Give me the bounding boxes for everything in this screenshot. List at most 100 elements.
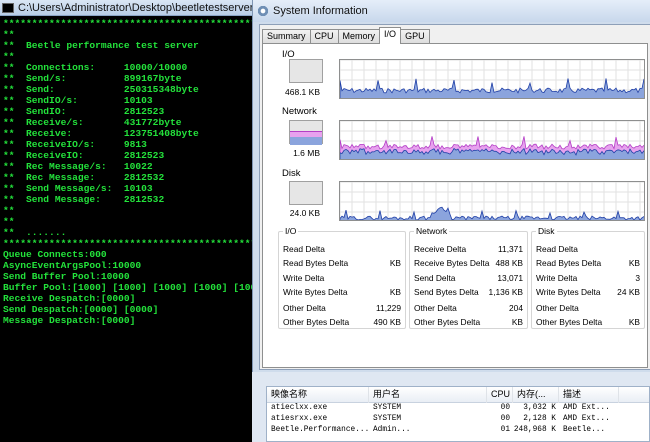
detail-value: 204 <box>509 303 523 313</box>
io-current-value: 468.1 KB <box>285 87 320 97</box>
console-line: ** Receive/s: 431772byte <box>3 117 182 128</box>
detail-label: Send Delta <box>414 273 456 283</box>
disk-graph-area <box>340 206 644 220</box>
process-cell: Beetle.Performance... <box>271 426 369 434</box>
disk-details-title: Disk <box>536 226 557 236</box>
console-line: ** SendIO: 2812523 <box>3 106 165 117</box>
detail-value: 488 KB <box>495 258 523 268</box>
console-line: ** Receive: 123751408byte <box>3 128 199 139</box>
process-list-header: 映像名称 用户名 CPU 内存(... 描述 <box>267 387 649 403</box>
console-line: ** ReceiveIO/s: 9813 <box>3 139 147 150</box>
network-section-label: Network <box>282 106 317 117</box>
console-line: Message Despatch:[0000] <box>3 315 136 326</box>
console-line: ** <box>3 29 15 40</box>
detail-value: KB <box>389 287 401 297</box>
process-row[interactable]: Beetle.Performance... Admin... 01 248,968 K… <box>267 425 649 436</box>
network-mini-graph <box>289 120 323 145</box>
tab-strip: Summary CPU Memory I/O GPU <box>262 27 430 44</box>
gear-icon <box>257 5 269 17</box>
detail-value: 11,371 <box>498 244 523 254</box>
detail-value: KB <box>628 258 640 268</box>
detail-label: Other Bytes Delta <box>536 317 603 327</box>
column-user-name[interactable]: 用户名 <box>369 387 487 403</box>
detail-row: Other Delta 204 <box>414 303 523 315</box>
column-image-name[interactable]: 映像名称 <box>267 387 369 403</box>
detail-row: Other Bytes Delta 490 KB <box>283 317 401 329</box>
tab-memory[interactable]: Memory <box>337 29 381 44</box>
console-line: Send Buffer Pool:10000 <box>3 271 130 282</box>
tab-io[interactable]: I/O <box>379 27 402 44</box>
detail-label: Receive Bytes Delta <box>414 258 490 268</box>
process-cell: AMD Ext... <box>563 415 610 423</box>
network-current-value: 1.6 MB <box>293 148 320 158</box>
detail-row: Receive Delta 11,371 <box>414 244 523 256</box>
detail-label: Write Delta <box>283 273 325 283</box>
network-details-group: Network Receive Delta 11,371 Receive Bytes… <box>409 226 528 329</box>
detail-label: Other Bytes Delta <box>414 317 481 327</box>
process-cell: 01 <box>500 426 510 434</box>
detail-value: 3 <box>635 273 640 283</box>
console-line: ** <box>3 205 15 216</box>
io-tab-panel: I/O 468.1 KB Network 1.6 MB Disk 24.0 KB <box>262 43 648 368</box>
detail-row: Write Delta <box>283 273 401 285</box>
detail-row: Send Delta 13,071 <box>414 273 523 285</box>
console-line: ****************************************… <box>3 18 252 29</box>
detail-label: Write Bytes Delta <box>283 287 348 297</box>
disk-graph-svg <box>340 182 644 220</box>
column-description[interactable]: 描述 <box>559 387 619 403</box>
console-line: Buffer Pool:[1000] [1000] [1000] [1000] … <box>3 282 252 293</box>
console-line: ** SendIO/s: 10103 <box>3 95 153 106</box>
detail-value: 24 KB <box>617 287 640 297</box>
process-cell: 248,968 K <box>513 426 556 434</box>
detail-row: Read Bytes Delta KB <box>283 258 401 270</box>
console-title: C:\Users\Administrator\Desktop\beetletes… <box>18 1 252 14</box>
tab-cpu[interactable]: CPU <box>309 29 339 44</box>
detail-label: Write Delta <box>536 273 578 283</box>
process-cell: 00 <box>500 415 510 423</box>
process-cell: 2,128 K <box>523 415 556 423</box>
console-title-bar[interactable]: C:\Users\Administrator\Desktop\beetletes… <box>0 0 252 16</box>
console-line: ** <box>3 216 15 227</box>
detail-label: Other Delta <box>283 303 326 313</box>
process-cell: atieclxx.exe <box>271 404 328 412</box>
detail-value: 490 KB <box>373 317 401 327</box>
process-list: 映像名称 用户名 CPU 内存(... 描述 atieclxx.exe SYSTE… <box>266 386 650 442</box>
detail-label: Other Delta <box>536 303 579 313</box>
detail-label: Other Bytes Delta <box>283 317 350 327</box>
console-line: ** Send Message: 2812532 <box>3 194 165 205</box>
console-line: ** Connections: 10000/10000 <box>3 62 188 73</box>
process-row[interactable]: atiesrxx.exe SYSTEM 00 2,128 K AMD Ext... <box>267 414 649 425</box>
detail-label: Send Bytes Delta <box>414 287 479 297</box>
detail-row: Write Delta 3 <box>536 273 640 285</box>
process-cell: Admin... <box>373 426 411 434</box>
detail-label: Other Delta <box>414 303 457 313</box>
detail-label: Read Delta <box>283 244 325 254</box>
console-line: Send Despatch:[0000] [0000] <box>3 304 159 315</box>
disk-history-graph <box>339 181 645 221</box>
process-cell: atiesrxx.exe <box>271 415 328 423</box>
column-cpu[interactable]: CPU <box>487 387 513 403</box>
process-row[interactable]: atieclxx.exe SYSTEM 00 3,032 K AMD Ext... <box>267 403 649 414</box>
network-details-title: Network <box>414 226 450 236</box>
console-line: AsyncEventArgsPool:10000 <box>3 260 142 271</box>
detail-value: KB <box>628 317 640 327</box>
io-graph-area <box>340 78 644 98</box>
column-memory[interactable]: 内存(... <box>513 387 559 403</box>
console-line: ** Rec Message: 2812532 <box>3 172 165 183</box>
detail-label: Write Bytes Delta <box>536 287 601 297</box>
detail-row: Other Delta 11,229 <box>283 303 401 315</box>
detail-row: Read Delta <box>283 244 401 256</box>
console-line: Receive Despatch:[0000] <box>3 293 136 304</box>
io-history-graph <box>339 59 645 99</box>
console-window[interactable]: C:\Users\Administrator\Desktop\beetletes… <box>0 0 252 442</box>
console-line: ** Beetle performance test server <box>3 40 199 51</box>
process-cell: 3,032 K <box>523 404 556 412</box>
tab-gpu[interactable]: GPU <box>400 29 430 44</box>
system-information-window[interactable]: System Information Summary CPU Memory I/… <box>252 0 650 372</box>
tab-summary[interactable]: Summary <box>262 29 311 44</box>
sysinfo-title-bar[interactable]: System Information <box>253 0 650 22</box>
detail-value: KB <box>511 317 523 327</box>
detail-value: 1,136 KB <box>488 287 523 297</box>
detail-value: 11,229 <box>376 303 401 313</box>
detail-label: Read Bytes Delta <box>283 258 349 268</box>
